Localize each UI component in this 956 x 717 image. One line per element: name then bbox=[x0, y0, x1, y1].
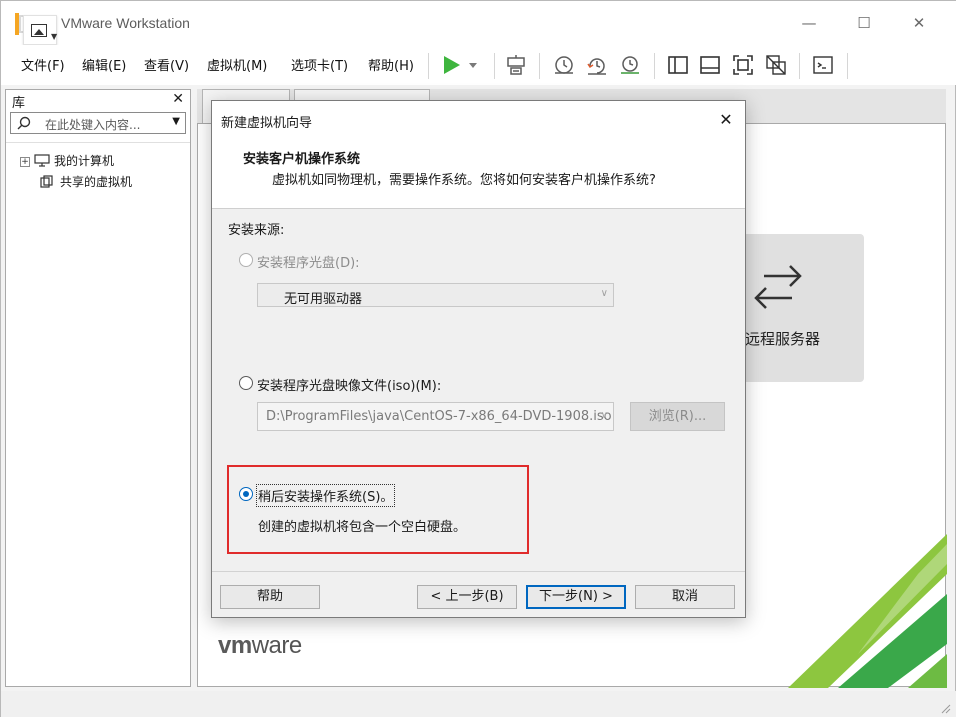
radio-install-iso[interactable] bbox=[239, 376, 253, 390]
browse-button[interactable]: 浏览(R)... bbox=[630, 402, 725, 431]
computer-icon bbox=[34, 154, 50, 167]
snapshot-manager-icon[interactable] bbox=[618, 53, 642, 77]
send-keys-icon[interactable] bbox=[504, 53, 528, 77]
swap-arrows-icon bbox=[754, 265, 802, 309]
step-description: 虚拟机如同物理机，需要操作系统。您将如何安装客户机操作系统? bbox=[272, 173, 656, 188]
menu-bar: 文件(F) 编辑(E) 查看(V) 虚拟机(M) 选项卡(T) 帮助(H) bbox=[1, 45, 956, 85]
radio-install-disc[interactable] bbox=[239, 253, 253, 267]
vmware-workstation-window: ▼ VMware Workstation — ☐ ✕ 文件(F) 编辑(E) 查… bbox=[0, 0, 956, 717]
dialog-header: 安装客户机操作系统 虚拟机如同物理机，需要操作系统。您将如何安装客户机操作系统? bbox=[212, 139, 745, 209]
menu-tabs[interactable]: 选项卡(T) bbox=[291, 55, 348, 74]
search-icon bbox=[17, 116, 31, 130]
chevron-down-icon: ∨ bbox=[600, 410, 608, 421]
install-later-description: 创建的虚拟机将包含一个空白硬盘。 bbox=[258, 520, 467, 535]
decorative-stripes bbox=[788, 534, 947, 688]
menu-file[interactable]: 文件(F) bbox=[21, 55, 65, 74]
new-vm-wizard-dialog: 新建虚拟机向导 ✕ 安装客户机操作系统 虚拟机如同物理机，需要操作系统。您将如何… bbox=[211, 100, 746, 618]
dialog-title-bar: 新建虚拟机向导 ✕ bbox=[212, 101, 745, 139]
tree-item-shared-vms[interactable]: 共享的虚拟机 bbox=[40, 173, 132, 190]
shared-vm-icon bbox=[40, 175, 53, 188]
power-on-icon[interactable] bbox=[439, 53, 463, 77]
menu-view[interactable]: 查看(V) bbox=[144, 55, 189, 74]
dialog-body: 安装来源: 安装程序光盘(D): 无可用驱动器 ∨ 安装程序光盘映像文件(iso… bbox=[212, 209, 745, 571]
step-heading: 安装客户机操作系统 bbox=[243, 152, 361, 167]
library-title: 库 bbox=[12, 96, 26, 111]
iso-path-input[interactable]: D:\ProgramFiles\java\CentOS-7-x86_64-DVD… bbox=[257, 402, 614, 431]
console-view-icon[interactable] bbox=[811, 53, 835, 77]
back-button[interactable]: < 上一步(B) bbox=[417, 585, 517, 609]
menu-vm[interactable]: 虚拟机(M) bbox=[207, 55, 267, 74]
vmware-logo: vmware bbox=[218, 632, 302, 659]
disc-drive-value: 无可用驱动器 bbox=[284, 292, 363, 307]
chevron-down-icon[interactable]: ▼ bbox=[172, 116, 180, 127]
chevron-down-icon: ▼ bbox=[51, 32, 58, 41]
dialog-title: 新建虚拟机向导 bbox=[221, 116, 313, 131]
disc-drive-select[interactable]: 无可用驱动器 ∨ bbox=[257, 283, 614, 307]
status-bar bbox=[1, 691, 956, 717]
power-dropdown-icon[interactable] bbox=[467, 53, 479, 77]
library-panel: 库 ✕ 在此处键入内容... ▼ + 我的计算机 共享的虚拟机 bbox=[5, 89, 191, 687]
connect-remote-server-card[interactable]: 远程服务器 bbox=[728, 234, 864, 382]
library-search-input[interactable]: 在此处键入内容... ▼ bbox=[10, 112, 186, 134]
image-icon bbox=[31, 24, 47, 37]
tree-item-my-computer[interactable]: + 我的计算机 bbox=[20, 152, 114, 169]
full-screen-icon[interactable] bbox=[731, 53, 755, 77]
tree-item-label: 我的计算机 bbox=[54, 154, 115, 168]
snapshot-icon[interactable] bbox=[552, 53, 576, 77]
install-iso-label: 安装程序光盘映像文件(iso)(M): bbox=[257, 379, 442, 394]
highlight-box bbox=[227, 465, 529, 554]
install-disc-label: 安装程序光盘(D): bbox=[257, 256, 360, 271]
install-source-label: 安装来源: bbox=[228, 223, 285, 238]
dialog-footer: 帮助 < 上一步(B) 下一步(N) > 取消 bbox=[212, 571, 745, 617]
chevron-down-icon: ∨ bbox=[600, 288, 608, 299]
maximize-button[interactable]: ☐ bbox=[850, 11, 878, 35]
radio-install-later[interactable] bbox=[239, 487, 253, 501]
expand-icon[interactable]: + bbox=[20, 157, 30, 167]
unity-icon[interactable] bbox=[764, 53, 788, 77]
library-view-icon[interactable] bbox=[666, 53, 690, 77]
cancel-button[interactable]: 取消 bbox=[635, 585, 735, 609]
tree-item-label: 共享的虚拟机 bbox=[60, 175, 133, 189]
window-title: VMware Workstation bbox=[61, 15, 190, 31]
resize-grip-icon[interactable] bbox=[939, 702, 951, 714]
help-button[interactable]: 帮助 bbox=[220, 585, 320, 609]
next-button[interactable]: 下一步(N) > bbox=[526, 585, 626, 609]
remote-server-label: 远程服务器 bbox=[745, 330, 821, 348]
dialog-close-button[interactable]: ✕ bbox=[716, 110, 736, 129]
close-button[interactable]: ✕ bbox=[905, 11, 933, 35]
menu-edit[interactable]: 编辑(E) bbox=[82, 55, 126, 74]
title-bar: ▼ VMware Workstation — ☐ ✕ bbox=[1, 1, 956, 45]
minimize-button[interactable]: — bbox=[795, 11, 823, 35]
thumbnail-view-icon[interactable] bbox=[698, 53, 722, 77]
iso-path-value: D:\ProgramFiles\java\CentOS-7-x86_64-DVD… bbox=[266, 409, 612, 424]
image-dropdown-button[interactable]: ▼ bbox=[23, 15, 57, 45]
menu-help[interactable]: 帮助(H) bbox=[368, 55, 414, 74]
search-placeholder: 在此处键入内容... bbox=[45, 118, 141, 132]
revert-snapshot-icon[interactable] bbox=[585, 53, 609, 77]
library-close-button[interactable]: ✕ bbox=[172, 91, 184, 107]
install-later-label: 稍后安装操作系统(S)。 bbox=[255, 484, 396, 507]
